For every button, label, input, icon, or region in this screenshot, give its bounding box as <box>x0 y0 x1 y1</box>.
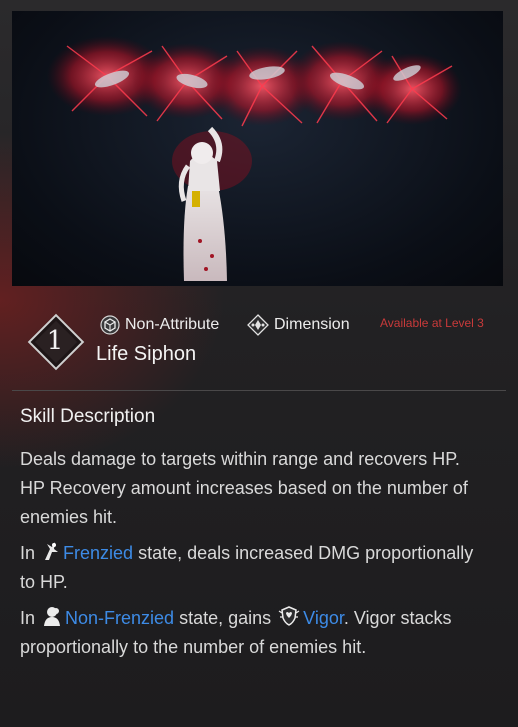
description-title: Skill Description <box>20 406 156 427</box>
skill-level-badge: 1 <box>27 313 85 371</box>
dimension-diamond-icon <box>247 314 269 336</box>
description-line: Deals damage to targets within range and… <box>20 449 460 469</box>
cube-attribute-icon <box>100 315 120 335</box>
attribute-dimension: Dimension <box>247 314 350 336</box>
skill-description: Deals damage to targets within range and… <box>20 445 490 669</box>
attribute-label: Dimension <box>274 316 350 333</box>
frenzied-state-link[interactable]: Frenzied <box>63 543 133 563</box>
skill-preview-image <box>12 11 503 286</box>
text-mid: state, gains <box>179 608 272 628</box>
vigor-shield-icon <box>278 606 300 626</box>
section-divider <box>12 390 506 391</box>
text-prefix: In <box>20 543 36 563</box>
description-line: HP Recovery amount increases based on th… <box>20 478 468 527</box>
vigor-buff-link[interactable]: Vigor <box>303 608 344 628</box>
skill-name: Life Siphon <box>96 343 197 365</box>
description-paragraph-2: In Frenzied state, deals increased DMG p… <box>20 539 490 597</box>
non-frenzied-state-link[interactable]: Non-Frenzied <box>65 608 174 628</box>
skill-detail-panel: 1 Non-Attribute Dimension Available at L… <box>0 0 518 727</box>
availability-label: Available at Level 3 <box>380 316 484 330</box>
description-paragraph-1: Deals damage to targets within range and… <box>20 445 490 532</box>
text-prefix: In <box>20 608 36 628</box>
frenzied-state-icon <box>45 542 59 560</box>
attribute-label: Non-Attribute <box>125 316 220 333</box>
skill-level-number: 1 <box>46 326 64 356</box>
description-paragraph-3: In Non-Frenzied state, gains Vigor. Vigo… <box>20 604 490 662</box>
non-frenzied-state-icon <box>44 607 61 626</box>
attribute-non-attribute: Non-Attribute <box>100 314 219 336</box>
